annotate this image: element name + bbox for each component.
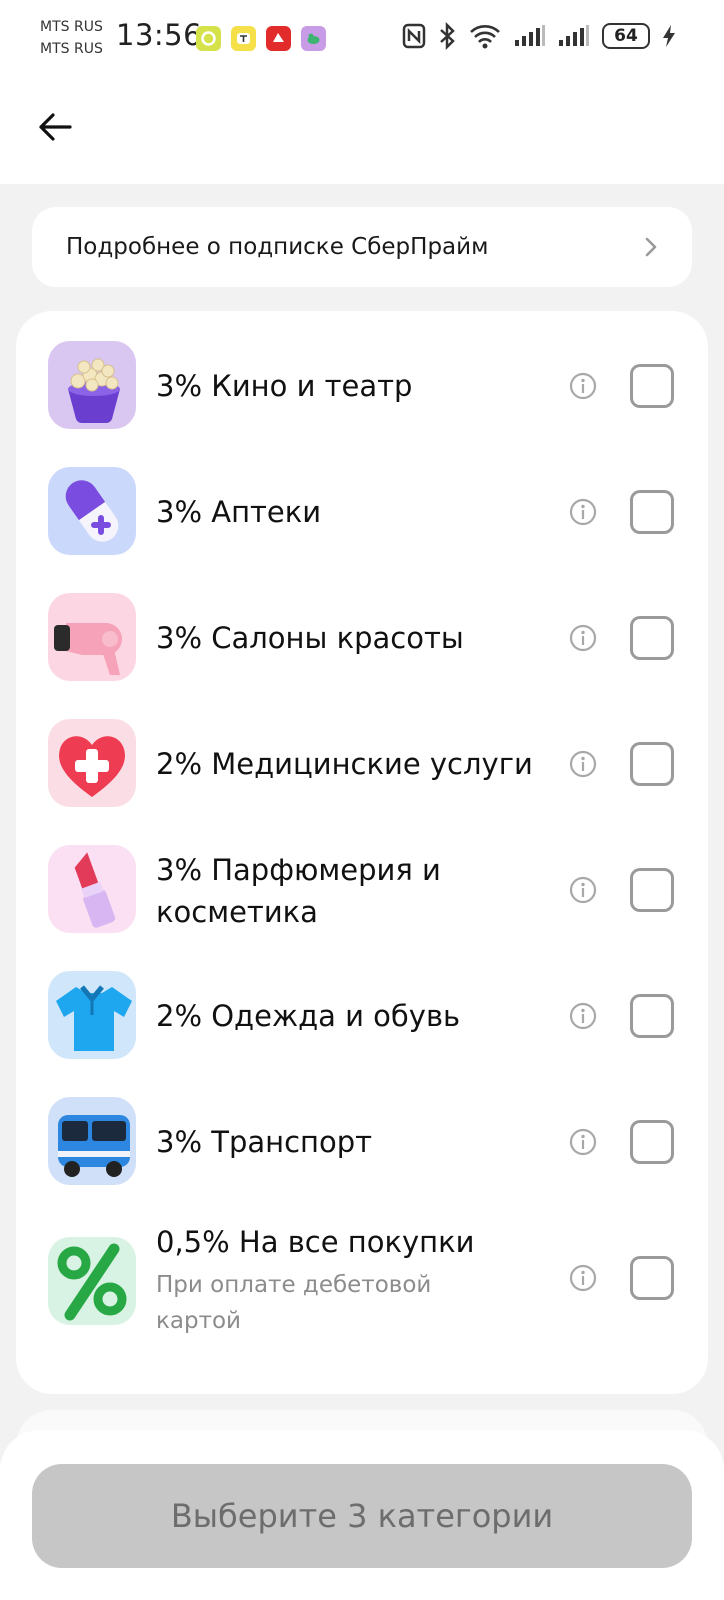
info-icon[interactable]	[568, 1263, 598, 1293]
category-row-all-purchases[interactable]: 0,5% На все покупки При оплате дебетовой…	[16, 1225, 708, 1343]
category-row-medical[interactable]: 2% Медицинские услуги	[16, 719, 708, 809]
category-title: 3% Парфюмерия и косметика	[156, 853, 441, 929]
category-row-transport[interactable]: 3% Транспорт	[16, 1097, 708, 1187]
percent-icon	[48, 1237, 136, 1325]
info-icon[interactable]	[568, 1001, 598, 1031]
sberprime-details-label: Подробнее о подписке СберПрайм	[66, 234, 489, 260]
sberprime-details-link[interactable]: Подробнее о подписке СберПрайм	[32, 207, 692, 287]
battery-indicator: 64	[602, 23, 650, 49]
lipstick-icon	[48, 845, 136, 933]
info-icon[interactable]	[568, 371, 598, 401]
choose-categories-button[interactable]: Выберите 3 категории	[32, 1464, 692, 1568]
category-row-clothing[interactable]: 2% Одежда и обувь	[16, 971, 708, 1061]
wifi-icon	[470, 25, 500, 49]
category-checkbox[interactable]	[630, 490, 674, 534]
category-checkbox[interactable]	[630, 616, 674, 660]
category-title: 3% Аптеки	[156, 495, 322, 529]
category-subtitle: При оплате дебетовой картой	[156, 1272, 432, 1334]
info-icon[interactable]	[568, 497, 598, 527]
carrier-labels: MTS RUS MTS RUS	[40, 16, 103, 60]
polo-shirt-icon	[48, 971, 136, 1059]
chevron-right-icon	[645, 237, 657, 257]
category-row-perfumery[interactable]: 3% Парфюмерия и косметика	[16, 845, 708, 935]
carrier-1: MTS RUS	[40, 19, 103, 35]
signal-icon	[515, 25, 545, 46]
notification-app-icon	[266, 26, 291, 51]
notification-app-icon	[231, 26, 256, 51]
info-icon[interactable]	[568, 1127, 598, 1157]
bus-icon	[48, 1097, 136, 1185]
category-title: 3% Транспорт	[156, 1125, 373, 1159]
signal-icon	[559, 25, 589, 46]
top-bar: MTS RUS MTS RUS 13:56 64	[0, 0, 724, 184]
category-row-pharmacy[interactable]: 3% Аптеки	[16, 467, 708, 557]
category-row-beauty-salons[interactable]: 3% Салоны красоты	[16, 593, 708, 683]
category-checkbox[interactable]	[630, 1256, 674, 1300]
category-text: 3% Салоны красоты	[156, 617, 556, 659]
category-text: 2% Одежда и обувь	[156, 995, 556, 1037]
bluetooth-icon	[440, 22, 455, 50]
category-title: 3% Салоны красоты	[156, 621, 464, 655]
arrow-left-icon	[39, 113, 72, 141]
info-icon[interactable]	[568, 875, 598, 905]
status-time: 13:56	[116, 18, 203, 52]
category-text: 2% Медицинские услуги	[156, 743, 556, 785]
category-checkbox[interactable]	[630, 868, 674, 912]
category-checkbox[interactable]	[630, 994, 674, 1038]
back-button[interactable]	[30, 102, 80, 152]
category-text: 3% Парфюмерия и косметика	[156, 849, 556, 933]
category-title: 2% Медицинские услуги	[156, 747, 533, 781]
category-title: 3% Кино и театр	[156, 369, 413, 403]
notification-app-icon	[301, 26, 326, 51]
category-list: 3% Кино и театр 3% Аптеки 3% Салоны крас…	[16, 311, 708, 1394]
category-checkbox[interactable]	[630, 742, 674, 786]
popcorn-icon	[48, 341, 136, 429]
info-icon[interactable]	[568, 623, 598, 653]
category-text: 3% Кино и театр	[156, 365, 556, 407]
category-checkbox[interactable]	[630, 1120, 674, 1164]
system-status-icons: 64	[402, 22, 676, 50]
carrier-2: MTS RUS	[40, 41, 103, 57]
category-title: 0,5% На все покупки	[156, 1225, 475, 1259]
nfc-icon	[402, 23, 426, 49]
info-icon[interactable]	[568, 749, 598, 779]
category-text: 0,5% На все покупки При оплате дебетовой…	[156, 1221, 486, 1339]
category-text: 3% Аптеки	[156, 491, 556, 533]
medical-heart-icon	[48, 719, 136, 807]
category-text: 3% Транспорт	[156, 1121, 556, 1163]
charging-icon	[663, 25, 675, 47]
notification-app-icon	[196, 26, 221, 51]
category-row-cinema[interactable]: 3% Кино и театр	[16, 341, 708, 431]
hair-dryer-icon	[48, 593, 136, 681]
category-title: 2% Одежда и обувь	[156, 999, 461, 1033]
category-checkbox[interactable]	[630, 364, 674, 408]
pill-icon	[48, 467, 136, 555]
notification-icons	[196, 26, 326, 51]
